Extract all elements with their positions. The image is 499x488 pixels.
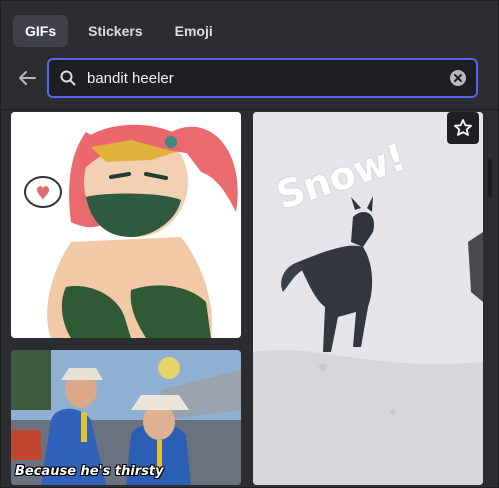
gif-result-anime[interactable] — [11, 112, 241, 338]
scrollbar-track — [486, 159, 492, 484]
favorite-button[interactable] — [447, 112, 479, 144]
tab-gifs[interactable]: GIFs — [13, 15, 69, 47]
scrollbar-thumb[interactable] — [488, 159, 492, 197]
back-button[interactable] — [13, 64, 41, 92]
gif-picker-panel: GIFs Stickers Emoji bandit heeler Becaus… — [0, 0, 499, 488]
search-icon — [60, 70, 76, 86]
anime-gif-image — [11, 112, 241, 338]
search-input[interactable] — [87, 60, 447, 96]
gif-result-thirsty[interactable]: Because he's thirsty — [11, 350, 241, 485]
gif-caption: Because he's thirsty — [15, 464, 164, 479]
gif-result-snow-dog[interactable]: Snow! — [253, 112, 483, 485]
picker-tabs: GIFs Stickers Emoji — [13, 15, 225, 47]
gif-results-grid: Because he's thirsty Snow! — [1, 110, 498, 487]
star-icon — [454, 119, 472, 136]
search-box — [47, 58, 478, 98]
arrow-left-icon — [19, 71, 36, 85]
clear-icon[interactable] — [450, 70, 466, 86]
tab-stickers[interactable]: Stickers — [76, 15, 154, 47]
tab-emoji[interactable]: Emoji — [163, 15, 225, 47]
